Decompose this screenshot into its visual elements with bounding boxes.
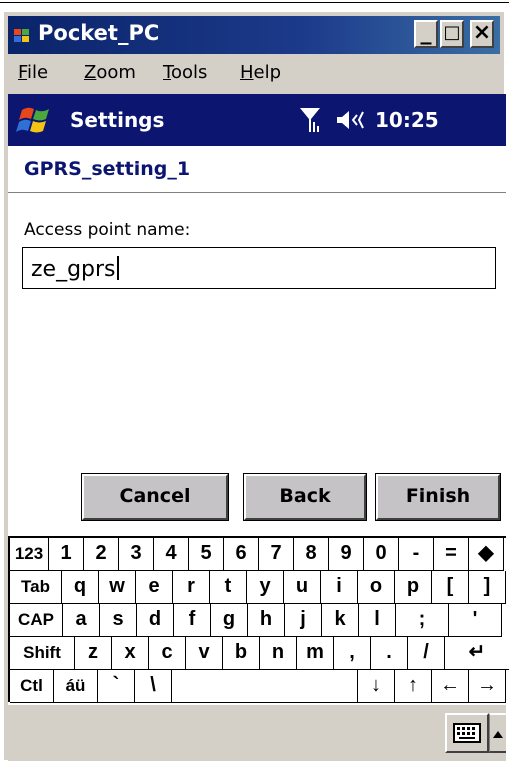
key-][interactable]: ] bbox=[469, 571, 506, 604]
windows-start-icon[interactable] bbox=[16, 102, 54, 138]
maximize-icon: □ bbox=[443, 22, 461, 43]
key-q[interactable]: q bbox=[62, 571, 99, 604]
bottom-menu-bar bbox=[8, 704, 506, 761]
device-screen: Settings 10:25 GPRS_setting_1 Access poi… bbox=[8, 94, 509, 761]
key-;[interactable]: ; bbox=[396, 604, 449, 637]
key-backspace[interactable]: ◆ bbox=[469, 538, 504, 571]
key--[interactable]: - bbox=[399, 538, 434, 571]
key-`[interactable]: ` bbox=[98, 670, 135, 703]
cancel-button[interactable]: Cancel bbox=[81, 473, 229, 521]
key-j[interactable]: j bbox=[285, 604, 322, 637]
key-/[interactable]: / bbox=[408, 637, 445, 670]
key-5[interactable]: 5 bbox=[189, 538, 224, 571]
page-title: GPRS_setting_1 bbox=[24, 158, 191, 180]
emulator-window: Pocket_PC _ □ × File Zoom Tools Help Set… bbox=[0, 0, 509, 761]
app-icon bbox=[14, 29, 29, 42]
key-l[interactable]: l bbox=[359, 604, 396, 637]
access-point-label: Access point name: bbox=[24, 220, 191, 240]
key-.[interactable]: . bbox=[371, 637, 408, 670]
key-e[interactable]: e bbox=[136, 571, 173, 604]
key-a[interactable]: a bbox=[63, 604, 100, 637]
key-tab[interactable]: Tab bbox=[10, 571, 62, 604]
key-3[interactable]: 3 bbox=[119, 538, 154, 571]
key-n[interactable]: n bbox=[260, 637, 297, 670]
key-right[interactable]: → bbox=[469, 670, 506, 703]
key-caps[interactable]: CAP bbox=[10, 604, 63, 637]
key-s[interactable]: s bbox=[100, 604, 137, 637]
chevron-up-icon bbox=[493, 731, 503, 738]
menu-file[interactable]: File bbox=[18, 62, 48, 83]
speaker-icon[interactable] bbox=[335, 109, 369, 131]
key-0[interactable]: 0 bbox=[364, 538, 399, 571]
menu-help[interactable]: Help bbox=[240, 62, 281, 83]
key-'[interactable]: ' bbox=[449, 604, 502, 637]
key-\[interactable]: \ bbox=[135, 670, 172, 703]
key-down[interactable]: ↓ bbox=[358, 670, 395, 703]
key-8[interactable]: 8 bbox=[294, 538, 329, 571]
key-1[interactable]: 1 bbox=[49, 538, 84, 571]
key-z[interactable]: z bbox=[75, 637, 112, 670]
key-m[interactable]: m bbox=[297, 637, 334, 670]
key-x[interactable]: x bbox=[112, 637, 149, 670]
key-enter[interactable]: ↵ bbox=[445, 637, 509, 670]
key-i[interactable]: i bbox=[321, 571, 358, 604]
key-9[interactable]: 9 bbox=[329, 538, 364, 571]
key-c[interactable]: c bbox=[149, 637, 186, 670]
key-f[interactable]: f bbox=[174, 604, 211, 637]
close-icon: × bbox=[472, 20, 492, 45]
divider bbox=[8, 192, 506, 193]
key-123[interactable]: 123 bbox=[10, 538, 49, 571]
key-ctrl[interactable]: Ctl bbox=[10, 670, 54, 703]
key-[[interactable]: [ bbox=[432, 571, 469, 604]
key-w[interactable]: w bbox=[99, 571, 136, 604]
key-space[interactable] bbox=[172, 670, 358, 703]
window-title: Pocket_PC bbox=[38, 21, 160, 45]
keyboard-icon bbox=[453, 723, 481, 743]
key-d[interactable]: d bbox=[137, 604, 174, 637]
key-left[interactable]: ← bbox=[432, 670, 469, 703]
key-h[interactable]: h bbox=[248, 604, 285, 637]
soft-keyboard: 123 1 2 3 4 5 6 7 8 9 0- = ◆ Tab q w e r t y u i o p[] CAP a s d f g h… bbox=[8, 536, 509, 703]
key-b[interactable]: b bbox=[223, 637, 260, 670]
key-v[interactable]: v bbox=[186, 637, 223, 670]
key-o[interactable]: o bbox=[358, 571, 395, 604]
key-k[interactable]: k bbox=[322, 604, 359, 637]
key-,[interactable]: , bbox=[334, 637, 371, 670]
navbar-title: Settings bbox=[70, 108, 165, 132]
menu-zoom[interactable]: Zoom bbox=[84, 62, 136, 83]
key-shift[interactable]: Shift bbox=[10, 637, 75, 670]
key-4[interactable]: 4 bbox=[154, 538, 189, 571]
key-y[interactable]: y bbox=[247, 571, 284, 604]
key-t[interactable]: t bbox=[210, 571, 247, 604]
menu-tools[interactable]: Tools bbox=[163, 62, 207, 83]
close-button[interactable]: × bbox=[470, 20, 494, 48]
clock[interactable]: 10:25 bbox=[375, 108, 439, 132]
key-7[interactable]: 7 bbox=[259, 538, 294, 571]
maximize-button[interactable]: □ bbox=[440, 20, 464, 48]
signal-icon[interactable] bbox=[298, 104, 322, 136]
key-g[interactable]: g bbox=[211, 604, 248, 637]
menubar: File Zoom Tools Help bbox=[8, 56, 500, 92]
minimize-button[interactable]: _ bbox=[414, 20, 438, 48]
finish-button[interactable]: Finish bbox=[375, 473, 501, 521]
window-titlebar[interactable]: Pocket_PC _ □ × bbox=[8, 16, 500, 54]
key-u[interactable]: u bbox=[284, 571, 321, 604]
key-r[interactable]: r bbox=[173, 571, 210, 604]
input-method-menu-button[interactable] bbox=[489, 713, 506, 753]
text-caret bbox=[116, 256, 119, 280]
key-=[interactable]: = bbox=[434, 538, 469, 571]
access-point-input[interactable]: ze_gprs bbox=[22, 247, 496, 289]
back-button[interactable]: Back bbox=[243, 473, 367, 521]
key-2[interactable]: 2 bbox=[84, 538, 119, 571]
key-up[interactable]: ↑ bbox=[395, 670, 432, 703]
navigation-bar: Settings 10:25 bbox=[8, 94, 506, 146]
key-6[interactable]: 6 bbox=[224, 538, 259, 571]
minimize-icon: _ bbox=[420, 20, 432, 45]
input-panel-button[interactable] bbox=[445, 713, 489, 753]
key-p[interactable]: p bbox=[395, 571, 432, 604]
key-accents[interactable]: áü bbox=[54, 670, 98, 703]
